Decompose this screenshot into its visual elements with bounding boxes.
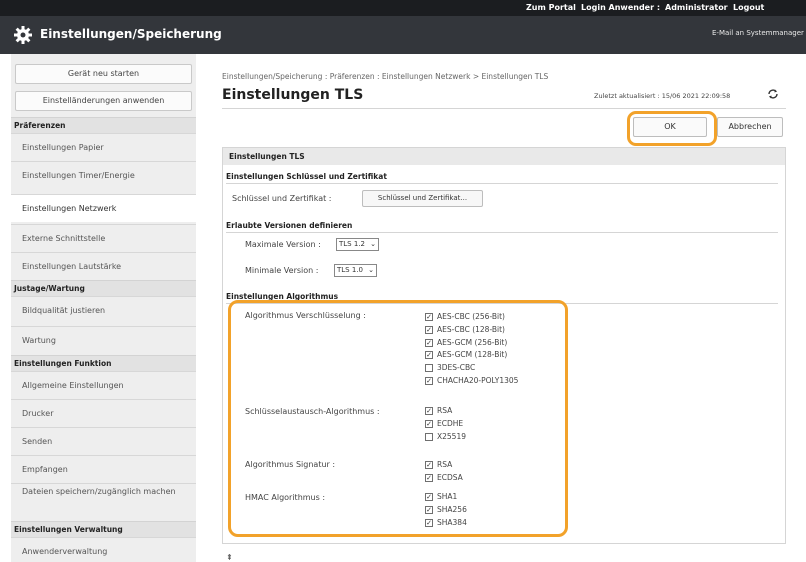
checkbox-checked-icon[interactable]: ✓ xyxy=(425,461,433,469)
min-version-value: TLS 1.0 xyxy=(337,266,363,274)
sidebar-section-management: Einstellungen Verwaltung xyxy=(11,521,196,537)
encryption-algorithm-label: Algorithmus Verschlüsselung : xyxy=(245,311,366,320)
email-system-manager-link[interactable]: E-Mail an Systemmanager xyxy=(712,29,804,37)
sidebar-section-adjustment: Justage/Wartung xyxy=(11,280,196,296)
key-exchange-algorithm-label: Schlüsselaustausch-Algorithmus : xyxy=(245,407,380,416)
min-version-label: Minimale Version : xyxy=(245,266,319,275)
section-divider xyxy=(226,183,778,184)
section-divider xyxy=(226,232,778,233)
sidebar: Gerät neu starten Einstelländerungen anw… xyxy=(11,54,196,562)
checkbox-checked-icon[interactable]: ✓ xyxy=(425,351,433,360)
portal-link[interactable]: Zum Portal xyxy=(526,3,576,12)
tls-settings-panel: Einstellungen TLS Einstellungen Schlüsse… xyxy=(222,147,786,544)
chevron-down-icon: ⌄ xyxy=(370,240,376,248)
checkbox-checked-icon[interactable]: ✓ xyxy=(425,505,433,514)
algorithm-option-label: AES-GCM (128-Bit) xyxy=(437,350,508,360)
checkbox-checked-icon[interactable]: ✓ xyxy=(425,338,433,347)
logout-link[interactable]: Logout xyxy=(733,3,764,12)
checkbox-checked-icon[interactable]: ✓ xyxy=(425,419,433,428)
panel-title: Einstellungen TLS xyxy=(223,148,785,165)
chevron-down-icon: ⌄ xyxy=(368,266,374,274)
gear-icon xyxy=(14,26,32,44)
checkbox-checked-icon[interactable]: ✓ xyxy=(425,313,433,321)
checkbox-unchecked-icon[interactable] xyxy=(425,432,433,441)
versions-section-title: Erlaubte Versionen definieren xyxy=(226,221,353,230)
sidebar-section-preferences: Präferenzen xyxy=(11,117,196,133)
algorithm-option-label: X25519 xyxy=(437,431,466,441)
scroll-to-top-icon[interactable]: ⇞ xyxy=(226,553,233,562)
sidebar-item-paper[interactable]: Einstellungen Papier xyxy=(11,133,196,161)
max-version-label: Maximale Version : xyxy=(245,240,321,249)
checkbox-unchecked-icon[interactable] xyxy=(425,364,433,373)
algorithm-option-label: SHA384 xyxy=(437,517,467,527)
sidebar-item-image-quality[interactable]: Bildqualität justieren xyxy=(11,296,196,324)
sidebar-item-network[interactable]: Einstellungen Netzwerk xyxy=(11,194,196,222)
sidebar-item-send[interactable]: Senden xyxy=(11,427,196,455)
algorithm-option-label: RSA xyxy=(437,460,453,469)
ok-button-highlight xyxy=(627,111,717,146)
sidebar-item-external-interface[interactable]: Externe Schnittstelle xyxy=(11,224,196,252)
max-version-select[interactable]: TLS 1.2 ⌄ xyxy=(336,238,379,251)
key-cert-button[interactable]: Schlüssel und Zertifikat... xyxy=(362,190,483,207)
algorithm-option-label: SHA256 xyxy=(437,504,467,514)
restart-device-button[interactable]: Gerät neu starten xyxy=(15,64,192,84)
checkbox-checked-icon[interactable]: ✓ xyxy=(425,407,433,415)
sidebar-item-timer-energy[interactable]: Einstellungen Timer/Energie xyxy=(11,161,196,189)
algorithm-option-label: AES-GCM (256-Bit) xyxy=(437,337,508,347)
sidebar-item-volume[interactable]: Einstellungen Lautstärke xyxy=(11,252,196,280)
checkbox-checked-icon[interactable]: ✓ xyxy=(425,493,433,501)
app-title: Einstellungen/Speicherung xyxy=(40,27,222,41)
algorithm-option-label: AES-CBC (128-Bit) xyxy=(437,324,505,334)
app-header: Einstellungen/Speicherung E-Mail an Syst… xyxy=(0,16,806,54)
key-cert-section-title: Einstellungen Schlüssel und Zertifikat xyxy=(226,172,387,181)
sidebar-item-maintenance[interactable]: Wartung xyxy=(11,326,196,354)
algorithm-option-label: AES-CBC (256-Bit) xyxy=(437,312,505,321)
min-version-select[interactable]: TLS 1.0 ⌄ xyxy=(334,264,377,277)
cancel-button[interactable]: Abbrechen xyxy=(717,117,783,137)
signature-algorithm-label: Algorithmus Signatur : xyxy=(245,460,336,469)
sidebar-section-function: Einstellungen Funktion xyxy=(11,355,196,371)
checkbox-checked-icon[interactable]: ✓ xyxy=(425,377,433,385)
sidebar-item-receive[interactable]: Empfangen xyxy=(11,455,196,483)
algorithm-option-label: ECDSA xyxy=(437,472,463,482)
hmac-algorithm-label: HMAC Algorithmus : xyxy=(245,493,326,502)
title-divider xyxy=(222,108,786,109)
sidebar-item-printer[interactable]: Drucker xyxy=(11,399,196,427)
algorithm-option-label: CHACHA20-POLY1305 xyxy=(437,376,519,385)
checkbox-checked-icon[interactable]: ✓ xyxy=(425,518,433,527)
sidebar-item-user-management[interactable]: Anwenderverwaltung xyxy=(11,537,196,562)
checkbox-checked-icon[interactable]: ✓ xyxy=(425,473,433,482)
key-cert-label: Schlüssel und Zertifikat : xyxy=(232,194,332,203)
algorithm-option-label: RSA xyxy=(437,406,453,415)
top-bar: Zum Portal Login Anwender : Administrato… xyxy=(0,0,806,16)
refresh-icon[interactable] xyxy=(767,88,779,100)
checkbox-checked-icon[interactable]: ✓ xyxy=(425,325,433,334)
sidebar-item-general[interactable]: Allgemeine Einstellungen xyxy=(11,371,196,399)
login-user-label: Login Anwender : xyxy=(581,3,661,12)
max-version-value: TLS 1.2 xyxy=(339,240,365,248)
sidebar-item-store-files[interactable]: Dateien speichern/zugänglich machen xyxy=(11,483,196,521)
page-title: Einstellungen TLS xyxy=(222,87,364,103)
algorithm-option-label: SHA1 xyxy=(437,492,458,501)
breadcrumb: Einstellungen/Speicherung : Präferenzen … xyxy=(222,72,549,81)
apply-changes-button[interactable]: Einstelländerungen anwenden xyxy=(15,91,192,111)
last-updated-text: Zuletzt aktualisiert : 15/06 2021 22:09:… xyxy=(594,92,731,100)
algorithm-option-label: ECDHE xyxy=(437,418,464,428)
algorithm-option-label: 3DES-CBC xyxy=(437,363,476,373)
user-name: Administrator xyxy=(665,3,728,12)
